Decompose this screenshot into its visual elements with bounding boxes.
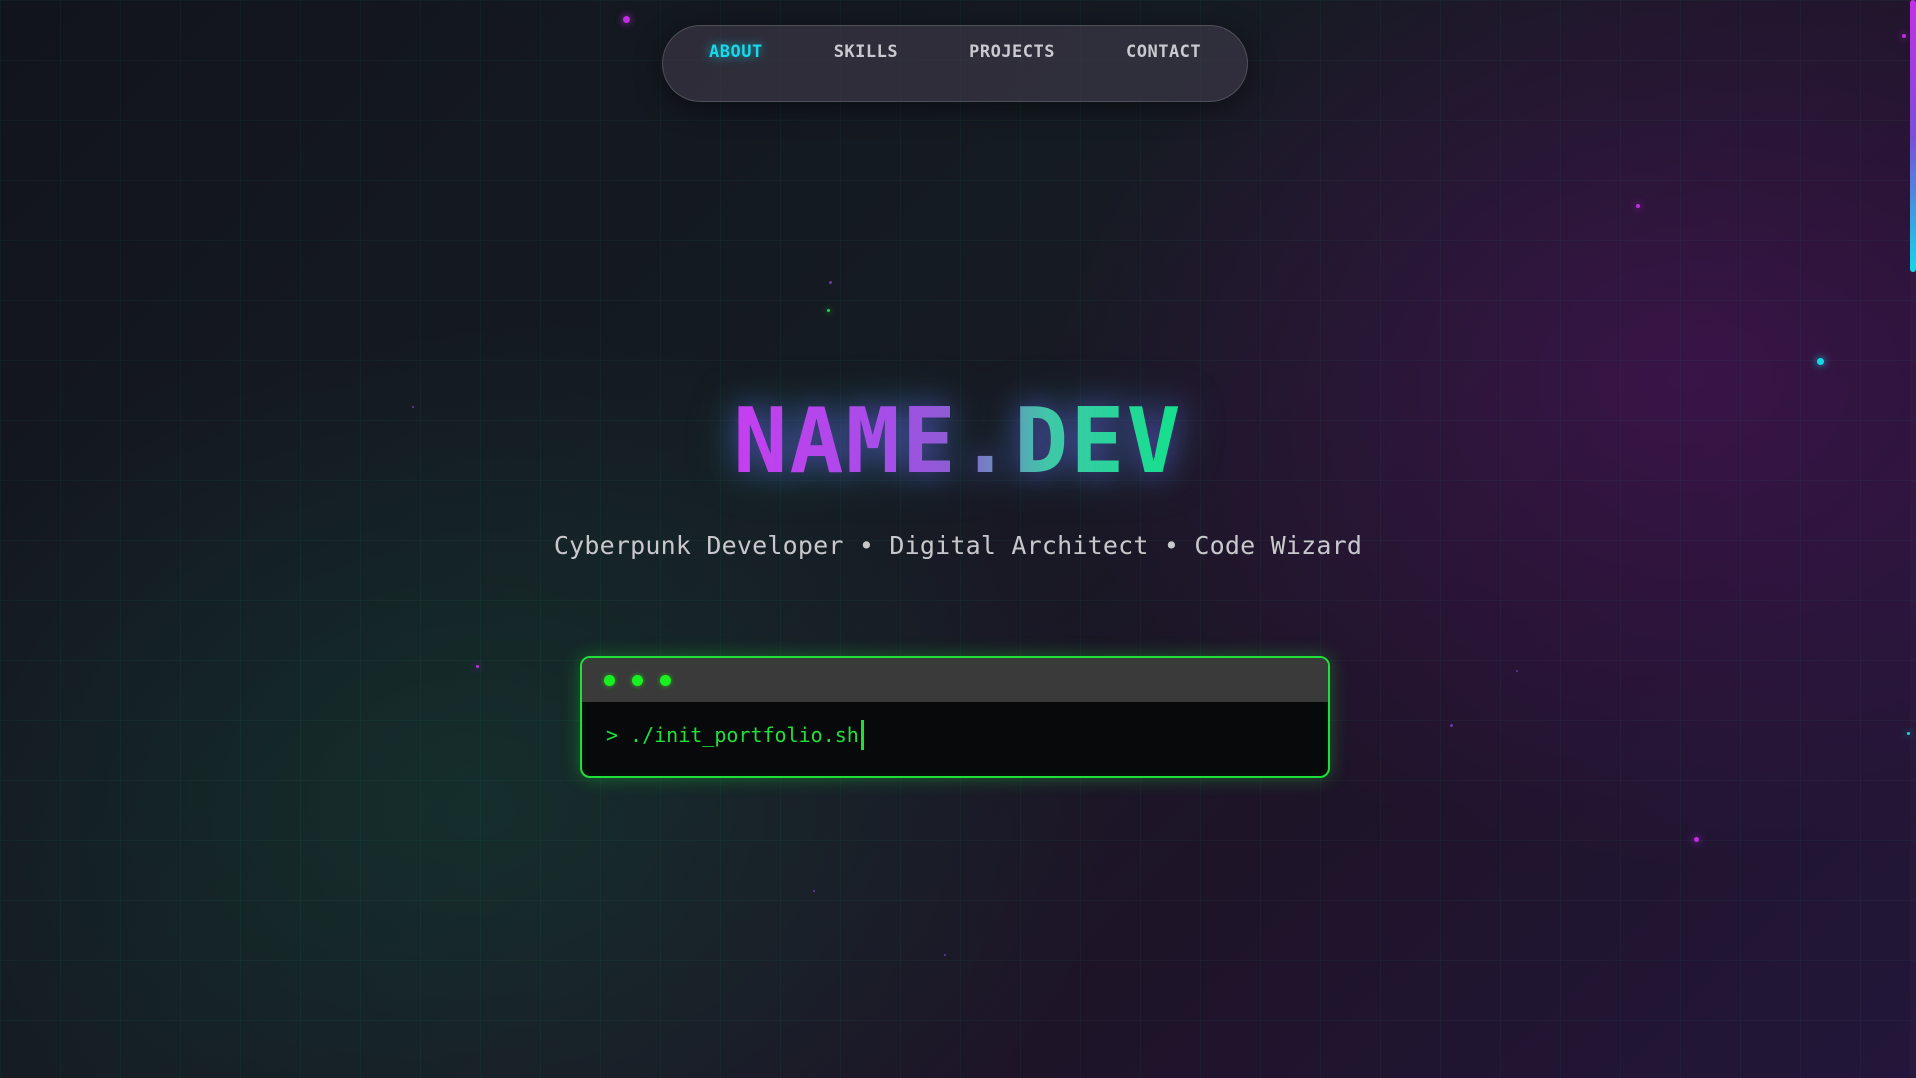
particle xyxy=(1902,34,1906,38)
nav-projects[interactable]: PROJECTS xyxy=(969,42,1055,62)
particle xyxy=(829,281,832,284)
terminal-dot-icon xyxy=(660,674,671,686)
terminal-titlebar xyxy=(582,658,1328,702)
particle xyxy=(1516,670,1518,672)
particle xyxy=(623,16,630,23)
hero-title-wrapper: NAME.DEV xyxy=(0,392,1916,492)
terminal-prompt: > xyxy=(606,723,619,747)
particle xyxy=(944,954,946,956)
terminal-command: ./init_portfolio.sh xyxy=(630,723,859,747)
particle xyxy=(476,665,479,668)
particle xyxy=(813,890,815,892)
particle xyxy=(1817,358,1824,365)
scrollbar-thumb[interactable] xyxy=(1910,0,1916,272)
scrollbar[interactable] xyxy=(1910,0,1916,1078)
particle xyxy=(1450,724,1453,727)
hero-subtitle: Cyberpunk Developer • Digital Architect … xyxy=(553,531,1363,560)
terminal-dot-icon xyxy=(632,674,643,686)
hero-title: NAME.DEV xyxy=(733,389,1183,494)
terminal-window: > ./init_portfolio.sh xyxy=(580,656,1330,778)
terminal-cursor xyxy=(860,720,864,750)
particle xyxy=(1694,837,1699,842)
particle xyxy=(827,309,830,312)
nav-contact[interactable]: CONTACT xyxy=(1126,42,1201,62)
particle xyxy=(1636,204,1640,208)
terminal-dot-icon xyxy=(604,674,615,686)
nav-skills[interactable]: SKILLS xyxy=(834,42,898,62)
nav-about[interactable]: ABOUT xyxy=(709,42,763,62)
terminal-body: > ./init_portfolio.sh xyxy=(582,702,1328,750)
main-nav: ABOUT SKILLS PROJECTS CONTACT xyxy=(662,25,1248,102)
